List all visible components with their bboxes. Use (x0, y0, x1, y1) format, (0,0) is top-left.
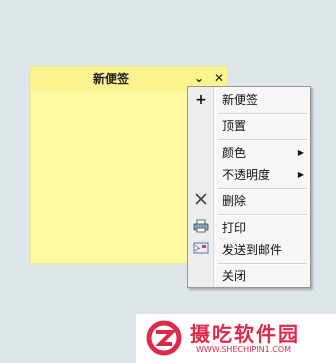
menu-item-label: 颜色 (222, 146, 247, 160)
menu-item-print[interactable]: 打印 (188, 217, 310, 239)
menu-separator (218, 139, 307, 141)
menu-item-label: 打印 (222, 221, 247, 235)
menu-item-label: 发送到邮件 (222, 243, 283, 257)
plus-icon: + (195, 92, 207, 108)
menu-item-label: 删除 (222, 194, 247, 208)
menu-item-label: 新便签 (222, 93, 259, 107)
menu-item-close[interactable]: 关闭 (188, 265, 310, 287)
watermark-logo-icon (146, 320, 182, 356)
menu-item-delete[interactable]: 删除 (188, 190, 310, 212)
menu-item-new-note[interactable]: + 新便签 (188, 89, 310, 111)
context-menu: + 新便签 顶置 颜色 ▶ 不透明度 ▶ 删除 打印 发送到邮件 关闭 (187, 86, 311, 288)
menu-item-color[interactable]: 颜色 ▶ (188, 142, 310, 164)
menu-item-label: 顶置 (222, 119, 247, 133)
chevron-down-icon[interactable]: ⌄ (191, 69, 207, 87)
close-icon[interactable]: ✕ (211, 69, 227, 87)
watermark: 摄吃软件园 WWW.SHECHIPIN1.COM (136, 314, 336, 363)
menu-separator (218, 214, 307, 216)
menu-item-opacity[interactable]: 不透明度 ▶ (188, 164, 310, 186)
submenu-arrow-icon: ▶ (297, 170, 304, 179)
submenu-arrow-icon: ▶ (297, 148, 304, 157)
menu-item-send-mail[interactable]: 发送到邮件 (188, 239, 310, 261)
delete-x-icon (191, 192, 211, 210)
menu-item-label: 不透明度 (222, 168, 271, 182)
note-title: 新便签 (92, 72, 129, 86)
watermark-name: 摄吃软件园 (190, 322, 300, 346)
menu-item-label: 关闭 (222, 269, 247, 283)
mail-icon (191, 241, 211, 259)
watermark-url: WWW.SHECHIPIN1.COM (196, 345, 292, 354)
menu-item-pin-top[interactable]: 顶置 (188, 115, 310, 137)
printer-icon (191, 219, 211, 237)
